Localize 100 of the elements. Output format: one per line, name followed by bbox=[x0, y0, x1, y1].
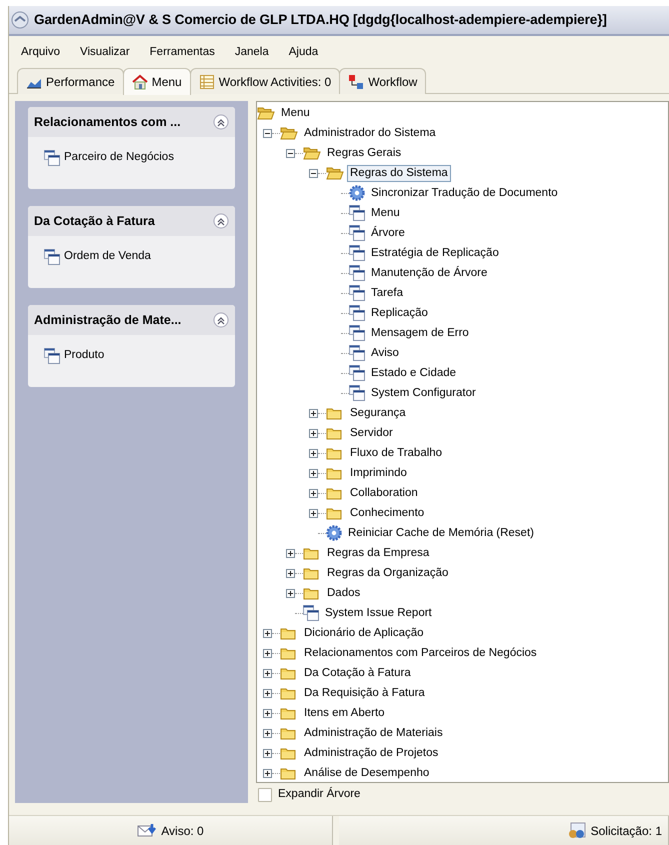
open-folder-icon bbox=[303, 145, 321, 161]
tree-item[interactable]: Menu bbox=[278, 104, 313, 122]
menubar-command[interactable]: Visualizar bbox=[70, 42, 140, 64]
home-icon bbox=[132, 74, 148, 90]
open-folder-icon bbox=[280, 125, 298, 141]
tree-item[interactable]: Dicionário de Aplicação bbox=[301, 624, 427, 642]
expander-icon[interactable] bbox=[309, 428, 318, 438]
window-icon bbox=[349, 345, 365, 361]
tree-item[interactable]: Sincronizar Tradução de Documento bbox=[368, 184, 561, 202]
window-icon bbox=[349, 325, 365, 341]
request-icon bbox=[566, 822, 587, 840]
sidebar-item[interactable]: Ordem de Venda bbox=[64, 248, 151, 266]
tree-item[interactable]: Servidor bbox=[347, 424, 396, 442]
group-title: Administração de Mate... bbox=[34, 312, 182, 329]
window-icon bbox=[303, 605, 319, 621]
app-icon bbox=[11, 11, 29, 29]
window-icon bbox=[349, 205, 365, 221]
tree-item[interactable]: Estratégia de Replicação bbox=[368, 244, 502, 262]
gear-icon bbox=[349, 185, 365, 201]
collapse-icon[interactable] bbox=[213, 213, 229, 229]
status-text: Aviso: 0 bbox=[161, 822, 204, 840]
expander-icon[interactable] bbox=[286, 588, 295, 598]
expander-icon[interactable] bbox=[263, 708, 272, 718]
sidebar-item[interactable]: Parceiro de Negócios bbox=[64, 149, 174, 166]
tree-item[interactable]: Administrador do Sistema bbox=[301, 124, 439, 142]
tree-item[interactable]: Administração de Materiais bbox=[301, 724, 446, 742]
expander-icon[interactable] bbox=[263, 668, 272, 678]
window-icon bbox=[349, 365, 365, 381]
tree-item[interactable]: Análise de Desempenho bbox=[301, 764, 432, 782]
open-folder-icon bbox=[326, 165, 344, 181]
gear-icon bbox=[326, 525, 342, 541]
tab[interactable]: Workflow Activities: 0 bbox=[190, 68, 340, 94]
menubar-command[interactable]: Arquivo bbox=[11, 42, 70, 64]
tree-item[interactable]: Administração de Projetos bbox=[301, 744, 442, 762]
tree-item[interactable]: Menu bbox=[368, 204, 403, 222]
tree-item[interactable]: Tarefa bbox=[368, 284, 406, 302]
expander-icon[interactable] bbox=[263, 128, 272, 138]
window-icon bbox=[44, 150, 60, 166]
tab[interactable]: Workflow bbox=[339, 68, 426, 94]
expander-icon[interactable] bbox=[263, 648, 272, 658]
window-icon bbox=[349, 225, 365, 241]
status-text: Solicitação: 1 bbox=[590, 822, 662, 840]
tree-item[interactable]: Manutenção de Árvore bbox=[368, 264, 490, 282]
tree-item[interactable]: System Configurator bbox=[368, 384, 479, 402]
tree-item[interactable]: Collaboration bbox=[347, 484, 421, 502]
tree-item[interactable]: Dados bbox=[324, 584, 364, 602]
expander-icon[interactable] bbox=[263, 628, 272, 638]
group-title: Da Cotação à Fatura bbox=[34, 212, 155, 230]
tree-item[interactable]: Segurança bbox=[347, 404, 409, 422]
expander-icon[interactable] bbox=[286, 148, 295, 158]
tree-item[interactable]: Itens em Aberto bbox=[301, 704, 388, 722]
mail-icon bbox=[137, 822, 158, 840]
sidebar-item[interactable]: Produto bbox=[64, 347, 104, 364]
tree-item[interactable]: Fluxo de Trabalho bbox=[347, 444, 446, 462]
tree-item[interactable]: Reiniciar Cache de Memória (Reset) bbox=[345, 524, 537, 542]
expand-checkbox[interactable] bbox=[258, 788, 272, 802]
tab[interactable]: Performance bbox=[17, 68, 124, 94]
tree-item[interactable]: Regras do Sistema bbox=[347, 164, 451, 182]
expander-icon[interactable] bbox=[263, 728, 272, 738]
expander-icon[interactable] bbox=[309, 508, 318, 518]
expander-icon[interactable] bbox=[309, 488, 318, 498]
collapse-icon[interactable] bbox=[213, 312, 229, 328]
tree-item[interactable]: Replicação bbox=[368, 304, 431, 322]
window-icon bbox=[349, 265, 365, 281]
tree-item[interactable]: Regras da Empresa bbox=[324, 544, 432, 562]
tree-item[interactable]: Aviso bbox=[368, 344, 402, 362]
tree-item[interactable]: System Issue Report bbox=[322, 604, 435, 622]
window-title: GardenAdmin@V & S Comercio de GLP LTDA.HQ [dgdg{localhost-adempiere-adempiere}] bbox=[34, 10, 607, 29]
expander-icon[interactable] bbox=[309, 468, 318, 478]
window-icon bbox=[349, 285, 365, 301]
expander-icon[interactable] bbox=[309, 448, 318, 458]
tree-item[interactable]: Árvore bbox=[368, 224, 408, 242]
tree-item[interactable]: Da Requisição à Fatura bbox=[301, 684, 428, 702]
window-icon bbox=[349, 305, 365, 321]
menubar-command[interactable]: Ferramentas bbox=[140, 42, 225, 64]
expander-icon[interactable] bbox=[286, 548, 295, 558]
expander-icon[interactable] bbox=[263, 768, 272, 778]
menubar-command[interactable]: Janela bbox=[224, 42, 279, 64]
tree-item[interactable]: Regras da Organização bbox=[324, 564, 452, 582]
expander-icon[interactable] bbox=[263, 688, 272, 698]
window-icon bbox=[349, 245, 365, 261]
checkbox-label: Expandir Árvore bbox=[278, 786, 360, 802]
tree-item[interactable]: Regras Gerais bbox=[324, 144, 404, 162]
workflow-icon bbox=[348, 74, 364, 90]
tree-item[interactable]: Estado e Cidade bbox=[368, 364, 460, 382]
tree-item[interactable]: Imprimindo bbox=[347, 464, 410, 482]
expander-icon[interactable] bbox=[309, 408, 318, 418]
expander-icon[interactable] bbox=[286, 568, 295, 578]
expander-icon[interactable] bbox=[309, 168, 318, 178]
tree-item[interactable]: Mensagem de Erro bbox=[368, 324, 472, 342]
tab[interactable]: Menu bbox=[122, 68, 191, 95]
group-title: Relacionamentos com ... bbox=[34, 114, 181, 131]
window-icon bbox=[44, 348, 60, 364]
tree-item[interactable]: Da Cotação à Fatura bbox=[301, 664, 414, 682]
menubar-command[interactable]: Ajuda bbox=[278, 42, 328, 64]
table-icon bbox=[198, 74, 215, 90]
expander-icon[interactable] bbox=[263, 748, 272, 758]
collapse-icon[interactable] bbox=[213, 114, 229, 130]
tree-item[interactable]: Conhecimento bbox=[347, 504, 428, 522]
tree-item[interactable]: Relacionamentos com Parceiros de Negócios bbox=[301, 644, 540, 662]
